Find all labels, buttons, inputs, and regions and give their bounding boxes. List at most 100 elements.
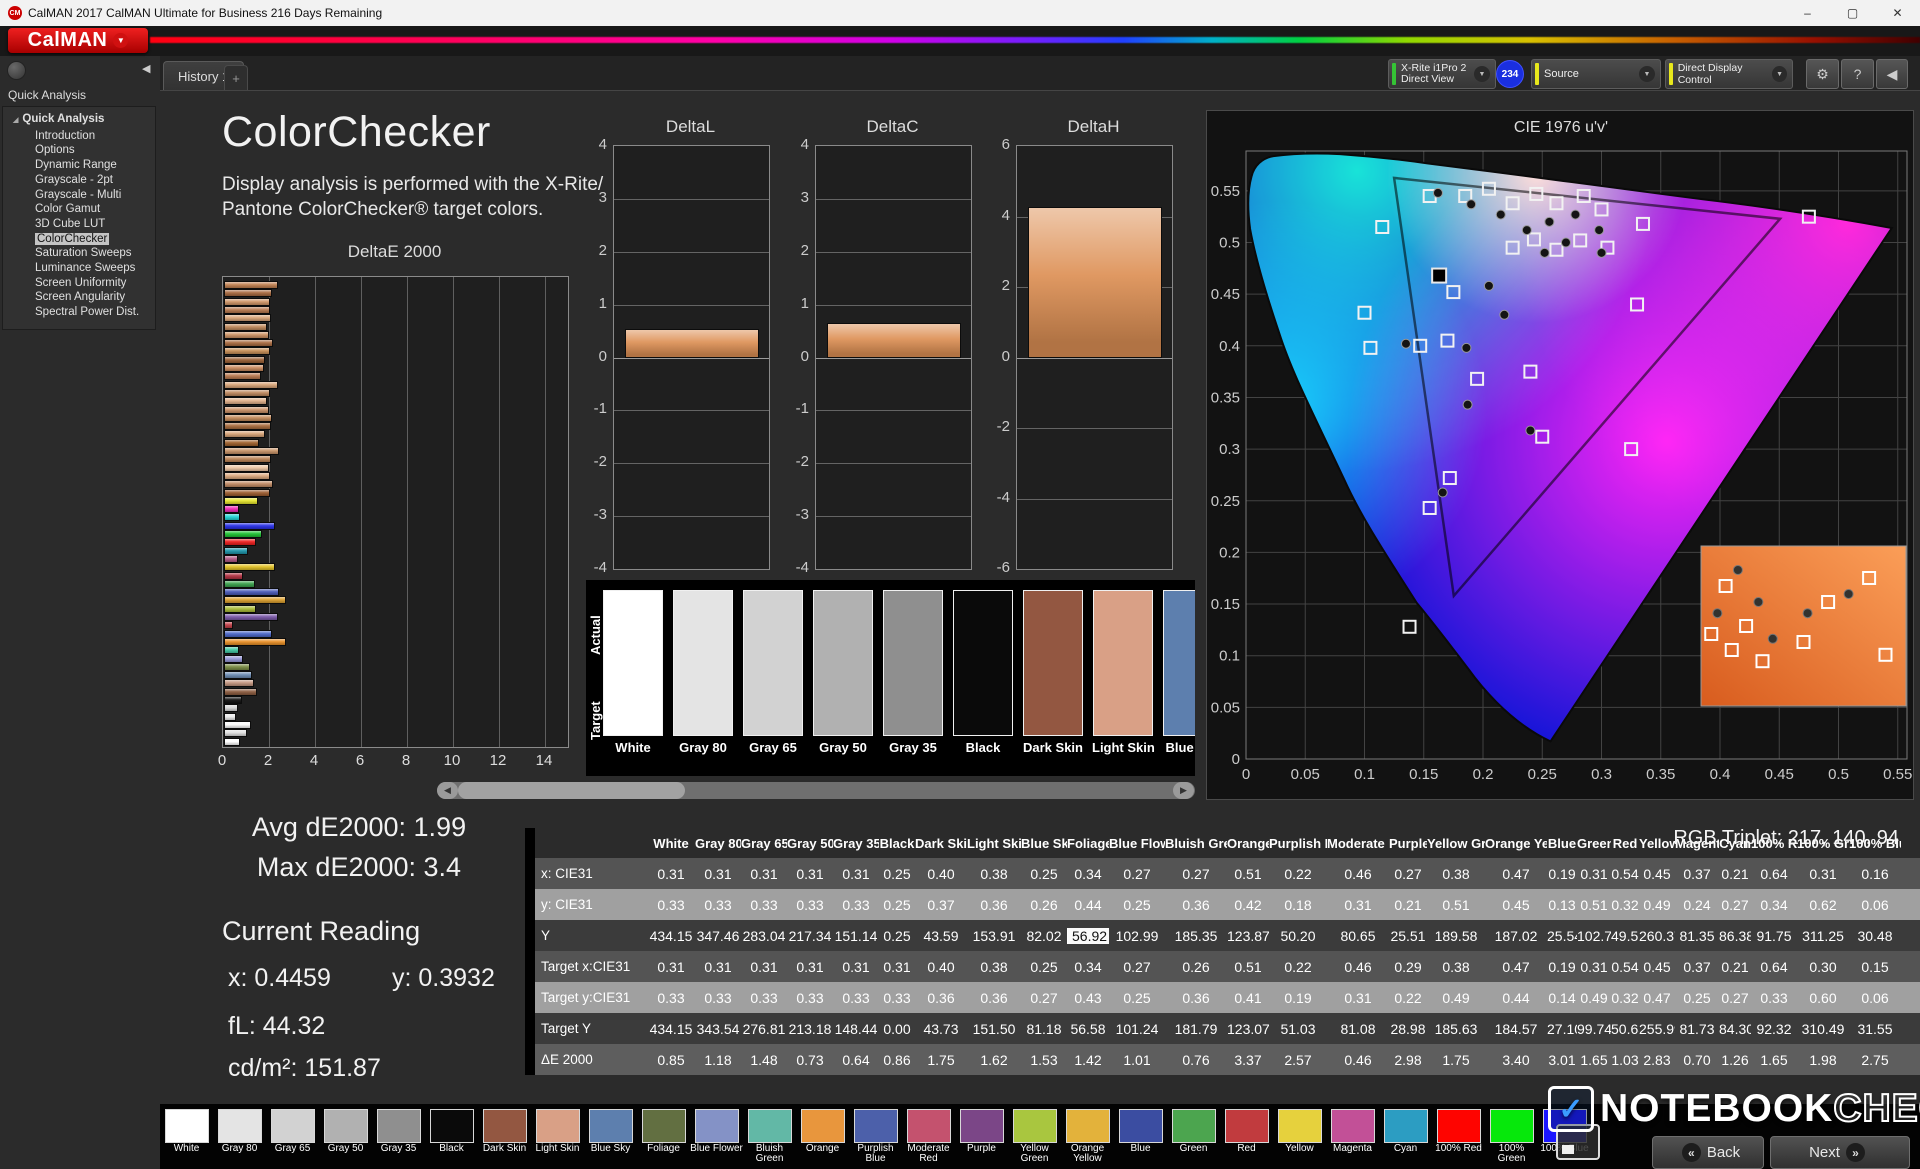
table-cell[interactable]: 51.03 [1269, 1021, 1327, 1037]
table-cell[interactable]: 1.75 [915, 1052, 967, 1068]
table-cell[interactable]: 0.31 [833, 866, 879, 882]
table-cell[interactable]: 343.54 [695, 1021, 741, 1037]
table-cell[interactable]: 0.06 [1849, 897, 1901, 913]
table-cell[interactable]: 255.99 [1639, 1021, 1675, 1037]
table-cell[interactable]: 0.41 [1227, 990, 1269, 1006]
table-cell[interactable]: 0.31 [787, 959, 833, 975]
back-button[interactable]: « Back [1652, 1136, 1764, 1169]
table-cell[interactable]: 0.25 [1109, 897, 1165, 913]
reading-count-badge[interactable]: 234 [1496, 60, 1524, 88]
table-cell[interactable]: 1.42 [1067, 1052, 1109, 1068]
table-cell[interactable]: 86.38 [1719, 928, 1751, 944]
sidebar-item-colorchecker[interactable]: ColorChecker [3, 232, 155, 247]
table-cell[interactable]: 0.54 [1611, 866, 1639, 882]
selected-cell[interactable]: 56.92 [1067, 927, 1109, 944]
table-cell[interactable]: 0.43 [1067, 990, 1109, 1006]
table-cell[interactable]: 0.45 [1639, 959, 1675, 975]
display-control-dropdown[interactable]: Direct Display Control ▼ [1665, 59, 1793, 89]
table-cell[interactable]: 81.73 [1675, 1021, 1719, 1037]
table-cell[interactable]: 0.27 [1109, 959, 1165, 975]
table-cell[interactable]: 310.49 [1797, 1021, 1849, 1037]
table-cell[interactable]: 1.98 [1797, 1052, 1849, 1068]
table-cell[interactable]: 0.24 [1675, 897, 1719, 913]
table-cell[interactable]: 0.51 [1227, 959, 1269, 975]
table-cell[interactable]: 102.99 [1109, 928, 1165, 944]
table-cell[interactable]: 434.15 [647, 928, 695, 944]
sidebar-item-dynamic-range[interactable]: Dynamic Range [3, 158, 155, 173]
meter-dropdown[interactable]: X-Rite i1Pro 2 Direct View ▼ [1388, 59, 1496, 89]
table-cell[interactable]: 2.98 [1389, 1052, 1427, 1068]
scroll-right-button[interactable]: ▶ [1173, 782, 1194, 799]
maximize-button[interactable]: ▢ [1830, 0, 1875, 26]
table-cell[interactable]: 123.87 [1227, 928, 1269, 944]
table-cell[interactable]: 153.91 [967, 928, 1021, 944]
table-cell[interactable]: 0.46 [1327, 866, 1389, 882]
sidebar-item-color-gamut[interactable]: Color Gamut [3, 202, 155, 217]
calman-logo-button[interactable]: CalMAN ▼ [8, 28, 148, 53]
table-cell[interactable]: 0.33 [833, 990, 879, 1006]
table-cell[interactable]: 27.10 [1547, 1021, 1577, 1037]
table-cell[interactable]: 102.71 [1577, 928, 1611, 944]
table-cell[interactable]: 0.33 [695, 897, 741, 913]
table-cell[interactable]: 0.27 [1021, 990, 1067, 1006]
table-cell[interactable]: 0.33 [741, 990, 787, 1006]
table-cell[interactable]: 0.25 [879, 897, 915, 913]
table-cell[interactable]: 347.46 [695, 928, 741, 944]
table-cell[interactable]: 91.75 [1751, 928, 1797, 944]
table-cell[interactable]: 56.92 [1067, 927, 1109, 944]
table-cell[interactable]: 0.25 [1021, 866, 1067, 882]
table-cell[interactable]: 0.76 [1165, 1052, 1227, 1068]
table-cell[interactable]: 0.64 [833, 1052, 879, 1068]
table-cell[interactable]: 0.32 [1611, 897, 1639, 913]
table-cell[interactable]: 30.48 [1849, 928, 1901, 944]
table-cell[interactable]: 0.32 [1611, 990, 1639, 1006]
close-button[interactable]: ✕ [1875, 0, 1920, 26]
table-cell[interactable]: 0.31 [1577, 959, 1611, 975]
source-dropdown[interactable]: Source ▼ [1531, 59, 1661, 89]
table-cell[interactable]: 0.70 [1675, 1052, 1719, 1068]
table-cell[interactable]: 0.85 [647, 1052, 695, 1068]
sidebar-item-quick-analysis[interactable]: ◢ Quick Analysis [3, 112, 155, 129]
table-cell[interactable]: 0.33 [787, 897, 833, 913]
table-cell[interactable]: 0.27 [1109, 866, 1165, 882]
table-cell[interactable]: 50.20 [1269, 928, 1327, 944]
table-cell[interactable]: 311.25 [1797, 928, 1849, 944]
table-cell[interactable]: 0.47 [1639, 990, 1675, 1006]
table-cell[interactable]: 0.25 [879, 866, 915, 882]
table-cell[interactable]: 0.38 [967, 959, 1021, 975]
table-cell[interactable]: 0.18 [1269, 897, 1327, 913]
table-cell[interactable]: 0.49 [1577, 990, 1611, 1006]
table-cell[interactable]: 0.36 [1165, 990, 1227, 1006]
table-cell[interactable]: 1.26 [1719, 1052, 1751, 1068]
table-cell[interactable]: 213.18 [787, 1021, 833, 1037]
table-cell[interactable]: 0.31 [647, 866, 695, 882]
table-cell[interactable]: 0.29 [1389, 959, 1427, 975]
table-cell[interactable]: 43.73 [915, 1021, 967, 1037]
table-cell[interactable]: 0.31 [1327, 990, 1389, 1006]
table-cell[interactable]: 0.22 [1269, 866, 1327, 882]
table-cell[interactable]: 0.00 [879, 1021, 915, 1037]
table-cell[interactable]: 3.37 [1227, 1052, 1269, 1068]
table-cell[interactable]: 0.21 [1719, 959, 1751, 975]
table-cell[interactable]: 0.49 [1427, 990, 1485, 1006]
settings-button[interactable]: ⚙ [1806, 59, 1839, 89]
table-cell[interactable]: 0.27 [1719, 990, 1751, 1006]
table-cell[interactable]: 1.03 [1611, 1052, 1639, 1068]
table-cell[interactable]: 84.30 [1719, 1021, 1751, 1037]
table-cell[interactable]: 81.35 [1675, 928, 1719, 944]
table-cell[interactable]: 0.31 [1577, 866, 1611, 882]
table-cell[interactable]: 1.48 [741, 1052, 787, 1068]
table-cell[interactable]: 2.75 [1849, 1052, 1901, 1068]
table-cell[interactable]: 3.01 [1547, 1052, 1577, 1068]
table-cell[interactable]: 0.51 [1427, 897, 1485, 913]
table-cell[interactable]: 0.36 [967, 897, 1021, 913]
table-cell[interactable]: 0.51 [1227, 866, 1269, 882]
table-cell[interactable]: 0.45 [1485, 897, 1547, 913]
table-cell[interactable]: 0.25 [1109, 990, 1165, 1006]
table-cell[interactable]: 0.31 [647, 959, 695, 975]
scroll-left-button[interactable]: ◀ [437, 782, 458, 799]
table-cell[interactable]: 217.34 [787, 928, 833, 944]
table-cell[interactable]: 0.33 [833, 897, 879, 913]
table-cell[interactable]: 0.31 [879, 959, 915, 975]
collapse-right-panel-button[interactable]: ◀ [1876, 59, 1908, 89]
